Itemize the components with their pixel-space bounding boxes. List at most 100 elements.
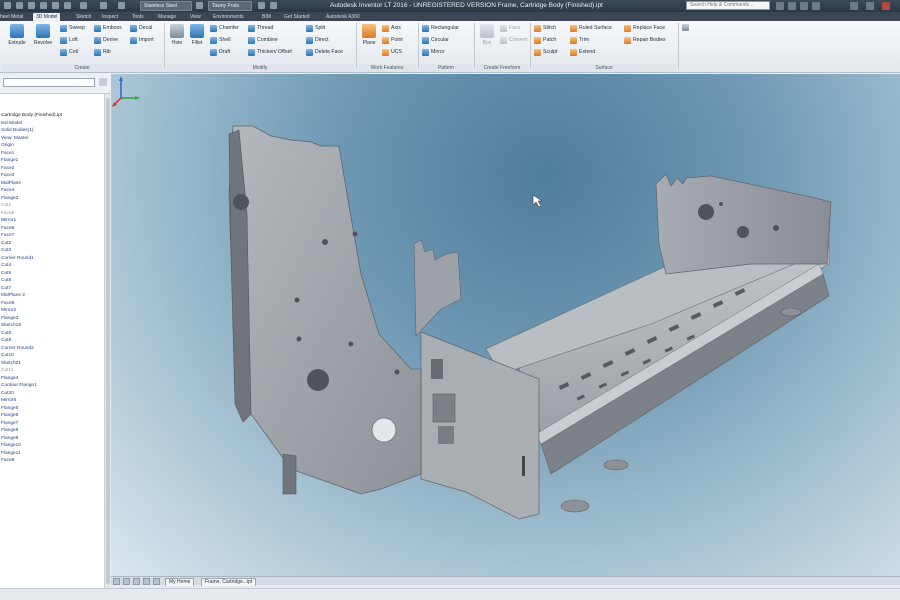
browser-tree-item[interactable]: Face1	[0, 150, 104, 158]
thread-button[interactable]: Thread	[248, 24, 273, 33]
browser-tree-item[interactable]: Flange10	[0, 442, 104, 450]
revolve-button[interactable]: Revolve	[32, 24, 54, 46]
browser-tree-item[interactable]: Face3	[0, 172, 104, 180]
replace-face-button[interactable]: Replace Face	[624, 24, 665, 33]
tab-sketch[interactable]: Sketch	[76, 13, 91, 21]
derive-button[interactable]: Derive	[94, 36, 118, 45]
browser-tree-item[interactable]: Cut4	[0, 262, 104, 270]
browser-view-dropdown[interactable]	[3, 78, 95, 87]
patch-button[interactable]: Patch	[534, 36, 556, 45]
browser-tree-item[interactable]: Corner Round2	[0, 345, 104, 353]
pattern-panel-title[interactable]: Pattern	[420, 64, 472, 72]
modify-panel-title[interactable]: Modify	[166, 64, 354, 72]
sculpt-button[interactable]: Sculpt	[534, 48, 557, 57]
sign-in-icon[interactable]	[788, 2, 796, 10]
thicken-offset-button[interactable]: Thicken/ Offset	[248, 48, 292, 57]
home-icon[interactable]	[80, 2, 87, 9]
scrollbar-thumb[interactable]	[106, 98, 110, 584]
redo-icon[interactable]	[64, 2, 71, 9]
browser-tree-item[interactable]: Cut5	[0, 270, 104, 278]
tab-autodesk-a360[interactable]: Autodesk A360	[326, 13, 360, 21]
undo-icon[interactable]	[52, 2, 59, 9]
create-panel-title[interactable]: Create	[2, 64, 162, 72]
axis-button[interactable]: Axis	[382, 24, 401, 33]
surface-panel-title[interactable]: Surface	[532, 64, 676, 72]
split-button[interactable]: Split	[306, 24, 325, 33]
emboss-button[interactable]: Emboss	[94, 24, 122, 33]
browser-tree-item[interactable]: Cartridge Body (Finished).ipt	[0, 112, 104, 120]
browser-scrollbar[interactable]	[104, 94, 110, 588]
browser-tree-item[interactable]: Contour Flange1	[0, 382, 104, 390]
extrude-button[interactable]: Extrude	[6, 24, 28, 46]
coil-button[interactable]: Coil	[60, 48, 78, 57]
browser-tree-item[interactable]: Flange5	[0, 405, 104, 413]
browser-tree-item[interactable]: Face2	[0, 165, 104, 173]
face-freeform-button[interactable]: Face	[500, 24, 521, 33]
sweep-button[interactable]: Sweep	[60, 24, 85, 33]
tab-bim[interactable]: BIM	[262, 13, 271, 21]
work-features-panel-title[interactable]: Work Features	[358, 64, 416, 72]
browser-tree-item[interactable]: Cut1	[0, 202, 104, 210]
ucs-button[interactable]: UCS	[382, 48, 402, 57]
browser-tree-item[interactable]: Flange8	[0, 427, 104, 435]
browser-tree-item[interactable]: Cut9	[0, 337, 104, 345]
browser-tree-item[interactable]: Cut6	[0, 277, 104, 285]
browser-tree-item[interactable]: Cut7	[0, 285, 104, 293]
browser-tree-item[interactable]: MidPlane 2	[0, 292, 104, 300]
clear-appearance-icon[interactable]	[258, 2, 265, 9]
rectangular-pattern-button[interactable]: Rectangular	[422, 24, 459, 33]
new-file-icon[interactable]	[16, 2, 23, 9]
create-freeform-panel-title[interactable]: Create Freeform	[476, 64, 528, 72]
ruled-surface-button[interactable]: Ruled Surface	[570, 24, 612, 33]
material-dropdown[interactable]: Stainless Steel	[140, 1, 192, 11]
browser-tree-item[interactable]: Sketch18	[0, 322, 104, 330]
browser-tree-item[interactable]: Flange7	[0, 420, 104, 428]
tab-manage[interactable]: Manage	[158, 13, 176, 21]
tab-environments[interactable]: Environments	[213, 13, 244, 21]
rib-button[interactable]: Rib	[94, 48, 111, 57]
circular-pattern-button[interactable]: Circular	[422, 36, 449, 45]
save-icon[interactable]	[40, 2, 47, 9]
browser-tree-item[interactable]: Flange4	[0, 375, 104, 383]
tab-get-started[interactable]: Get Started	[284, 13, 310, 21]
browser-tree-item[interactable]: Corner Round1	[0, 255, 104, 263]
browser-tree-item[interactable]: ted Model	[0, 120, 104, 128]
graphics-viewport[interactable]	[111, 74, 900, 576]
stitch-button[interactable]: Stitch	[534, 24, 556, 33]
tab-tools[interactable]: Tools	[132, 13, 144, 21]
draft-button[interactable]: Draft	[210, 48, 230, 57]
tile-vertical-icon[interactable]	[123, 578, 130, 585]
box-freeform-button[interactable]: Box	[476, 24, 498, 46]
repair-bodies-button[interactable]: Repair Bodies	[624, 36, 666, 45]
select-icon[interactable]	[100, 2, 107, 9]
browser-tree-item[interactable]: Mirror2	[0, 307, 104, 315]
browser-tree-item[interactable]: Cut3	[0, 247, 104, 255]
tab-my-home[interactable]: My Home	[165, 578, 195, 586]
trim-button[interactable]: Trim	[570, 36, 589, 45]
document-list-icon[interactable]	[153, 578, 160, 585]
browser-tree-item[interactable]: Cut2	[0, 240, 104, 248]
point-button[interactable]: Point	[382, 36, 403, 45]
browser-tree-item[interactable]: Flange3	[0, 315, 104, 323]
cascade-icon[interactable]	[133, 578, 140, 585]
tab-3d-model[interactable]: 3D Model	[33, 13, 61, 21]
tab-inspect[interactable]: Inspect	[102, 13, 118, 21]
browser-tree-item[interactable]: Mirror6	[0, 397, 104, 405]
ribbon-options-button[interactable]	[682, 24, 696, 33]
hole-button[interactable]: Hole	[166, 24, 188, 46]
browser-tree-item[interactable]: Origin	[0, 142, 104, 150]
decal-button[interactable]: Decal	[130, 24, 152, 33]
browser-tree-item[interactable]: Flange1	[0, 157, 104, 165]
tab-document[interactable]: Frame, Cartridge...ipt	[201, 578, 257, 586]
arrange-icon[interactable]	[143, 578, 150, 585]
browser-tree-item[interactable]: Mirror1	[0, 217, 104, 225]
direct-button[interactable]: Direct	[306, 36, 329, 45]
mirror-button[interactable]: Mirror	[422, 48, 445, 57]
convert-freeform-button[interactable]: Convert	[500, 36, 527, 45]
open-file-icon[interactable]	[28, 2, 35, 9]
shell-button[interactable]: Shell	[210, 36, 231, 45]
exchange-icon[interactable]	[800, 2, 808, 10]
parameters-icon[interactable]	[270, 2, 277, 9]
browser-tree-item[interactable]: View: Master	[0, 135, 104, 143]
help-icon[interactable]	[812, 2, 820, 10]
